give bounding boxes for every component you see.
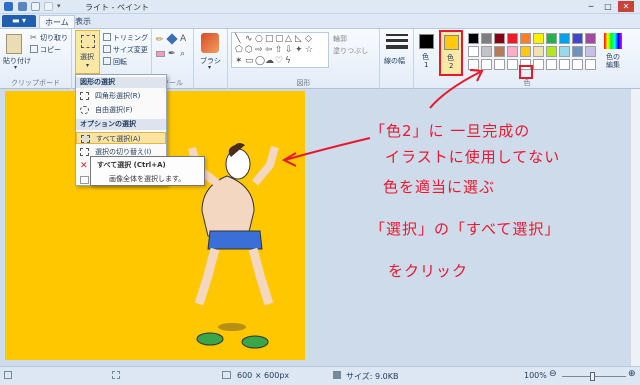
canvas-size-icon <box>222 371 231 379</box>
annotation-line-4: 「選択」の「すべて選択」 <box>370 220 561 238</box>
canvas-size: 600 × 600px <box>237 371 290 380</box>
zoom-in-button[interactable]: ⊕ <box>628 369 636 379</box>
disk-icon <box>333 371 341 379</box>
zoom-slider-thumb[interactable] <box>590 372 595 381</box>
annotation-line-1: 「色2」に 一旦完成の <box>370 122 531 140</box>
file-size: サイズ: 9.0KB <box>346 372 399 381</box>
annotation-line-5: をクリック <box>388 262 469 280</box>
annotation-arrows <box>281 65 533 167</box>
status-bar: 600 × 600px サイズ: 9.0KB 100% ⊖ ⊕ <box>0 366 640 385</box>
zoom-level: 100% <box>524 371 547 380</box>
annotation-line-2: イラストに使用してない <box>385 148 561 166</box>
cursor-position-icon <box>4 371 12 379</box>
annotation-line-3: 色を適当に選ぶ <box>383 178 496 196</box>
zoom-out-button[interactable]: ⊖ <box>549 369 557 379</box>
selection-size-icon <box>112 371 120 379</box>
